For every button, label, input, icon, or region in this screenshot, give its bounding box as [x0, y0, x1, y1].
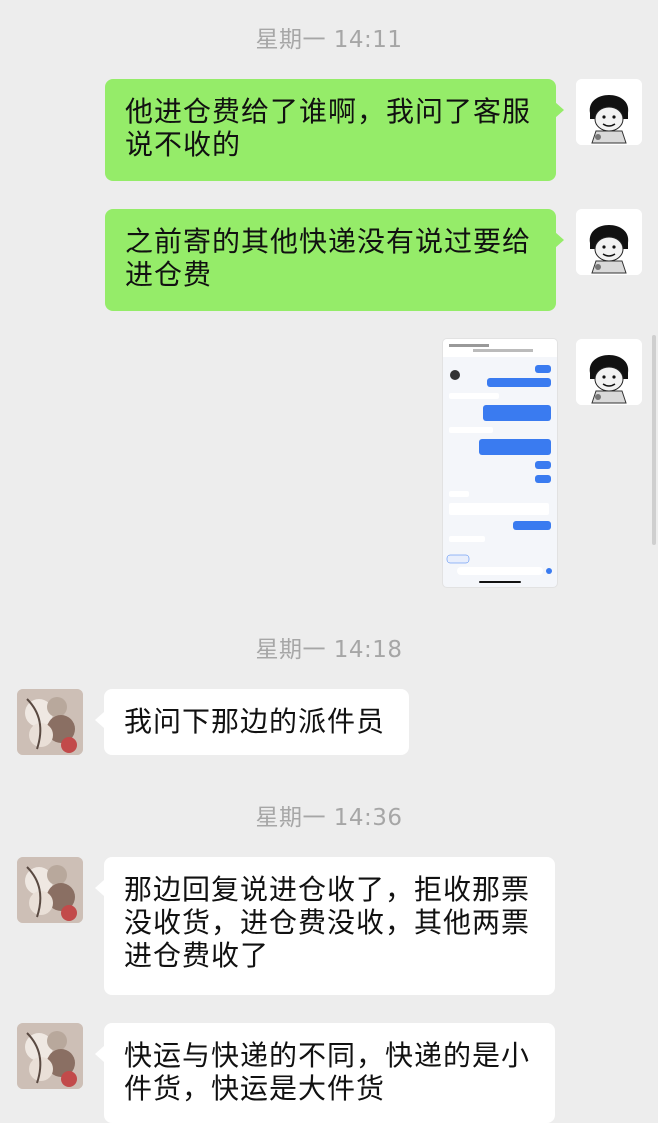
chat-screenshot-thumbnail [443, 339, 557, 583]
message-line: 他进仓费给了谁啊，我问了客服 [125, 95, 532, 128]
bubble-tail [555, 232, 564, 248]
message-line: 进仓费 [125, 258, 213, 291]
message-line: 说不收的 [125, 128, 242, 161]
timestamp: 星期一 14:18 [255, 637, 403, 663]
message-line: 进仓费收了 [124, 939, 270, 972]
my-avatar[interactable] [576, 339, 642, 405]
bubble-tail [95, 880, 104, 896]
scrollbar[interactable] [652, 335, 656, 545]
cartoon-face-icon [576, 79, 642, 145]
message-bubble[interactable]: 之前寄的其他快递没有说过要给 进仓费 [105, 209, 556, 311]
floral-avatar-icon [17, 1023, 83, 1089]
message-bubble[interactable]: 那边回复说进仓收了，拒收那票 没收货，进仓费没收，其他两票 进仓费收了 [104, 857, 555, 995]
image-message[interactable] [442, 338, 558, 588]
my-avatar[interactable] [576, 79, 642, 145]
message-line: 没收货，进仓费没收，其他两票 [124, 906, 531, 939]
message-bubble[interactable]: 快运与快递的不同，快递的是小 件货，快运是大件货 [104, 1023, 555, 1123]
timestamp: 星期一 14:36 [255, 805, 403, 831]
message-line: 件货，快运是大件货 [124, 1072, 386, 1105]
bubble-tail [555, 102, 564, 118]
message-line: 我问下那边的派件员 [124, 705, 386, 738]
message-bubble[interactable]: 我问下那边的派件员 [104, 689, 409, 755]
message-line: 那边回复说进仓收了，拒收那票 [124, 873, 531, 906]
cartoon-face-icon [576, 339, 642, 405]
cartoon-face-icon [576, 209, 642, 275]
contact-avatar[interactable] [17, 857, 83, 923]
floral-avatar-icon [17, 857, 83, 923]
bubble-tail [95, 712, 104, 728]
my-avatar[interactable] [576, 209, 642, 275]
message-line: 之前寄的其他快递没有说过要给 [125, 225, 532, 258]
message-line: 快运与快递的不同，快递的是小 [124, 1039, 531, 1072]
floral-avatar-icon [17, 689, 83, 755]
timestamp: 星期一 14:11 [255, 27, 403, 53]
contact-avatar[interactable] [17, 1023, 83, 1089]
contact-avatar[interactable] [17, 689, 83, 755]
bubble-tail [95, 1046, 104, 1062]
message-bubble[interactable]: 他进仓费给了谁啊，我问了客服 说不收的 [105, 79, 556, 181]
